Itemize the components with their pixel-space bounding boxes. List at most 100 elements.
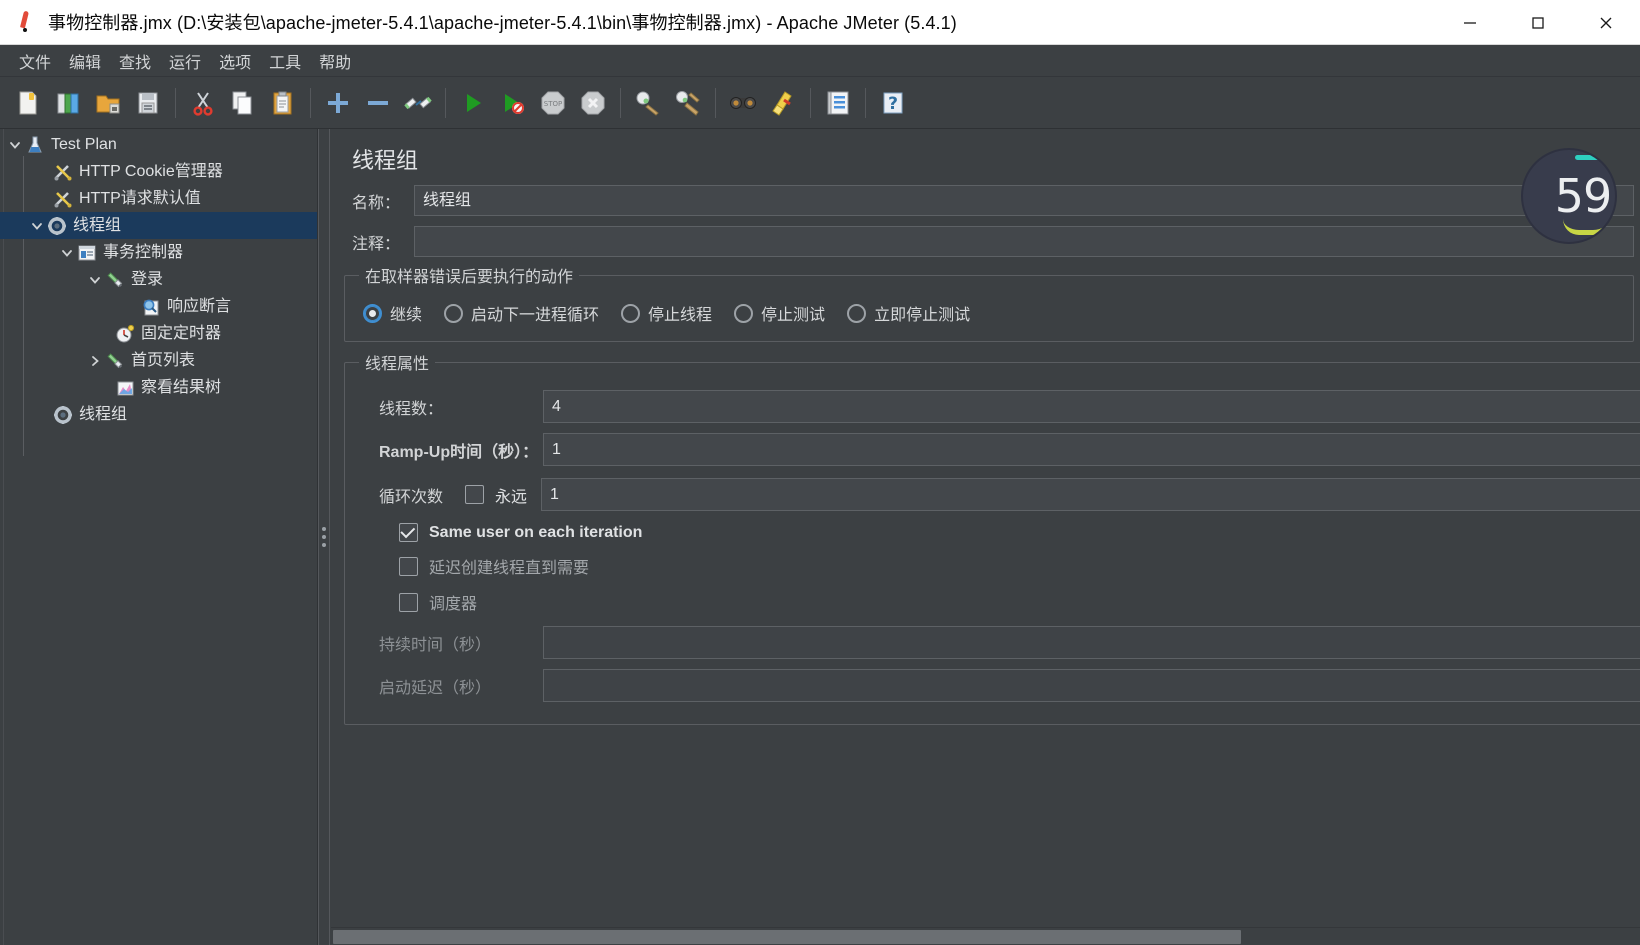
tree-node-thread-group-selected[interactable]: 线程组 [0,212,317,239]
num-threads-input[interactable]: 4 [543,390,1640,423]
open-icon[interactable] [88,83,128,123]
tree-node-login-sampler[interactable]: 登录 [0,266,317,293]
radio-stop-thread-button[interactable] [621,303,641,323]
ramp-up-input[interactable]: 1 [543,433,1640,466]
tree-node-transaction-controller[interactable]: 事务控制器 [0,239,317,266]
delayed-start-row[interactable]: 延迟创建线程直到需要 [353,554,1640,578]
stop-icon[interactable]: STOP [533,83,573,123]
window-titlebar: 事物控制器.jmx (D:\安装包\apache-jmeter-5.4.1\ap… [0,0,1640,45]
search-icon[interactable] [723,83,763,123]
maximize-icon[interactable] [1504,0,1572,45]
http-sampler-icon [104,351,126,371]
radio-stop-test-button[interactable] [734,303,754,323]
scheduler-checkbox[interactable] [399,592,418,612]
toggle-icon[interactable] [398,83,438,123]
clear-icon[interactable] [628,83,668,123]
start-no-pause-icon[interactable] [493,83,533,123]
loop-forever-box[interactable] [465,485,485,504]
menu-item-search[interactable]: 查找 [110,46,160,76]
templates-icon[interactable] [48,83,88,123]
split-pane-divider[interactable] [318,129,330,945]
paste-icon[interactable] [263,83,303,123]
loop-count-input[interactable]: 1 [541,478,1640,511]
tree-node-http-cookie-manager[interactable]: HTTP Cookie管理器 [0,158,317,185]
window-title: 事物控制器.jmx (D:\安装包\apache-jmeter-5.4.1\ap… [48,13,957,33]
radio-stop-test-now-button[interactable] [847,303,867,323]
same-user-label: Same user on each iteration [429,523,643,541]
close-icon[interactable] [1572,0,1640,45]
horizontal-scrollbar-thumb[interactable] [333,930,1241,944]
radio-start-next-loop[interactable]: 启动下一进程循环 [444,301,599,325]
radio-continue-label: 继续 [390,307,423,324]
menu-item-file[interactable]: 文件 [10,46,60,76]
tree-node-response-assertion[interactable]: 响应断言 [0,293,317,320]
startup-delay-input[interactable] [543,669,1640,702]
delayed-start-label: 延迟创建线程直到需要 [429,560,590,577]
sampler-error-action-legend: 在取样器错误后要执行的动作 [365,269,574,286]
chevron-down-icon[interactable] [86,274,104,286]
start-icon[interactable] [453,83,493,123]
same-user-row[interactable]: Same user on each iteration [353,523,1640,542]
clear-all-icon[interactable] [668,83,708,123]
radio-stop-test-now-label: 立即停止测试 [874,307,971,324]
tree-node-thread-group-2[interactable]: 线程组 [0,401,317,428]
loop-forever-checkbox[interactable]: 永远 [465,483,527,507]
comment-input[interactable] [414,226,1634,257]
tree-node-label: 响应断言 [167,297,232,315]
copy-icon[interactable] [223,83,263,123]
menubar: 文件 编辑 查找 运行 选项 工具 帮助 [0,45,1640,77]
tree-node-label: 登录 [131,270,164,288]
radio-stop-test[interactable]: 停止测试 [734,301,825,325]
http-sampler-icon [104,270,126,290]
collapse-all-icon[interactable] [358,83,398,123]
chevron-right-icon[interactable] [86,355,104,367]
transaction-controller-icon [76,243,98,263]
thread-group-editor: 线程组 名称： 线程组 注释： 在取样器错误后要执行的动作 继续 启动下一进程循… [330,129,1640,945]
recorder-counter-overlay[interactable]: 59 [1521,148,1617,244]
chevron-down-icon[interactable] [28,220,46,232]
menu-item-help[interactable]: 帮助 [310,46,360,76]
menu-item-tools[interactable]: 工具 [260,46,310,76]
tree-node-constant-timer[interactable]: 固定定时器 [0,320,317,347]
duration-input[interactable] [543,626,1640,659]
radio-continue-button[interactable] [363,303,382,323]
menu-item-options[interactable]: 选项 [210,46,260,76]
view-results-tree-icon [114,378,136,398]
chevron-down-icon[interactable] [6,139,24,151]
ramp-up-label: Ramp-Up时间（秒）： [379,443,539,461]
name-input[interactable]: 线程组 [414,185,1634,216]
menu-item-run[interactable]: 运行 [160,46,210,76]
tree-node-view-results-tree[interactable]: 察看结果树 [0,374,317,401]
expand-all-icon[interactable] [318,83,358,123]
radio-stop-thread[interactable]: 停止线程 [621,301,712,325]
help-icon[interactable]: ? [873,83,913,123]
tree-node-test-plan[interactable]: Test Plan [0,131,317,158]
reset-search-icon[interactable] [763,83,803,123]
tree-node-homepage-list-sampler[interactable]: 首页列表 [0,347,317,374]
horizontal-scrollbar[interactable] [331,927,1640,945]
save-icon[interactable] [128,83,168,123]
minimize-icon[interactable] [1436,0,1504,45]
splitter-grip-icon[interactable] [322,527,326,547]
delayed-start-checkbox[interactable] [399,556,418,576]
num-threads-row: 线程数： 4 [353,390,1640,423]
cut-icon[interactable] [183,83,223,123]
scheduler-row[interactable]: 调度器 [353,590,1640,614]
toolbar-separator [715,87,716,118]
chevron-down-icon[interactable] [58,247,76,259]
radio-start-next-loop-button[interactable] [444,303,464,323]
ramp-up-row: Ramp-Up时间（秒）： 1 [353,433,1640,466]
tree-node-http-request-defaults[interactable]: HTTP请求默认值 [0,185,317,212]
config-element-icon [52,162,74,182]
radio-stop-test-now[interactable]: 立即停止测试 [847,301,970,325]
same-user-checkbox[interactable] [399,523,418,542]
new-icon[interactable] [8,83,48,123]
test-plan-tree[interactable]: Test Plan HTTP Cookie管理器 HTTP请求默认值 线程组 事… [0,129,318,945]
timer-icon [114,324,136,344]
radio-continue[interactable]: 继续 [363,301,422,325]
menu-item-edit[interactable]: 编辑 [60,46,110,76]
tree-node-label: 线程组 [73,216,122,234]
function-helper-icon[interactable] [818,83,858,123]
shutdown-icon[interactable] [573,83,613,123]
sampler-error-action-radios: 继续 启动下一进程循环 停止线程 停止测试 立即停止测试 [353,293,1625,329]
